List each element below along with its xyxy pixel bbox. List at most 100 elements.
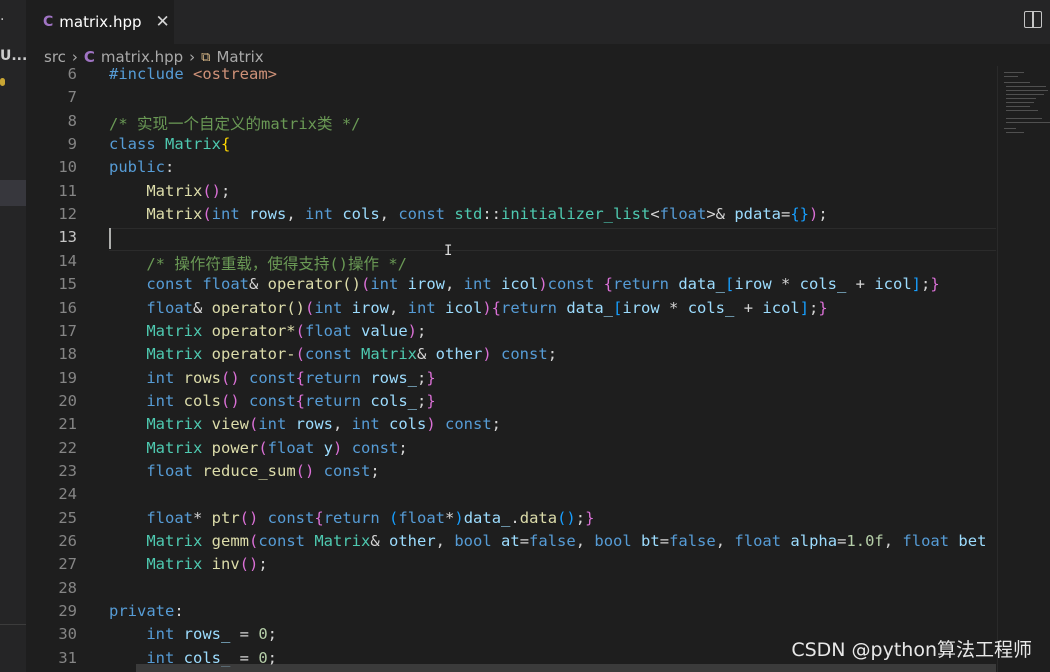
line-number: 7 [67,88,77,107]
code-editor[interactable]: 6 #include <ostream> 7 8 /* 实现一个自定义的matrix类 … [26,66,998,672]
code-line[interactable]: 9 class Matrix{ [26,135,996,158]
code-line[interactable]: 22 Matrix power(float y) const; [26,439,996,462]
code-line[interactable]: 28 [26,579,996,602]
code-line[interactable]: 13 [26,228,996,252]
code-line[interactable]: 14 /* 操作符重载，使得支持()操作 */ [26,252,996,275]
line-number: 23 [58,461,77,480]
code-token: Matrix [314,532,371,550]
code-line[interactable]: 11 Matrix(); [26,182,996,205]
sidebar-divider [0,624,26,625]
code-text[interactable]: int rows() const{return rows_;} [109,368,435,387]
code-token: cols [342,205,380,224]
line-number: 9 [67,135,77,154]
code-text[interactable]: Matrix(); [109,182,230,200]
code-line[interactable]: 20 int cols() const{return cols_;} [26,392,996,415]
code-text[interactable]: const float& operator()(int irow, int ic… [109,275,939,294]
code-text[interactable]: public: [109,158,174,176]
code-text[interactable]: Matrix gemm(const Matrix& other, bool at… [109,532,986,550]
code-line[interactable]: 18 Matrix operator-(const Matrix& other)… [26,345,996,368]
code-token: [ [613,298,623,317]
code-token: data [519,508,558,527]
code-line[interactable]: 19 int rows() const{return rows_;} [26,369,996,392]
close-icon[interactable]: ✕ [156,12,170,32]
tab-label[interactable]: matrix.hpp [59,13,141,31]
code-token: float [902,532,959,550]
code-text[interactable]: float* ptr() const{return (float*)data_.… [109,509,594,527]
code-text[interactable]: int cols() const{return cols_;} [109,391,436,410]
horizontal-scrollbar[interactable] [136,664,996,672]
sidebar-menu-glyph[interactable]: · [0,12,4,28]
code-text[interactable]: Matrix(int rows, int cols, const std::in… [109,205,827,224]
code-line[interactable]: 23 float reduce_sum() const; [26,462,996,485]
code-line[interactable]: 10 public: [26,158,996,181]
code-token: power [211,438,259,457]
code-token: = [519,532,530,550]
code-token: int [463,275,501,294]
code-token: const [547,275,604,294]
code-token: operator- [211,345,296,364]
code-token: other [435,345,483,364]
line-number: 18 [58,345,77,364]
code-line[interactable]: 26 Matrix gemm(const Matrix& other, bool… [26,532,996,555]
code-token: ] [911,275,922,294]
code-text[interactable]: float reduce_sum() const; [109,462,379,480]
code-line[interactable]: 12 Matrix(int rows, int cols, const std:… [26,205,996,228]
minimap[interactable] [1000,66,1050,206]
breadcrumb-symbol[interactable]: Matrix [216,48,263,66]
code-token: ; [547,345,558,364]
code-line[interactable]: 21 Matrix view(int rows, int cols) const… [26,415,996,438]
code-line[interactable]: 24 [26,485,996,508]
line-number: 24 [58,485,77,504]
code-line[interactable]: 7 [26,88,996,111]
code-line[interactable]: 16 float& operator()(int irow, int icol)… [26,299,996,322]
code-line[interactable]: 17 Matrix operator*(float value); [26,322,996,345]
code-token: const float [146,275,249,294]
code-token: ) [454,508,464,527]
code-token: std [454,205,483,224]
code-text[interactable]: Matrix power(float y) const; [109,438,407,457]
tab-matrix-hpp[interactable]: C matrix.hpp ✕ [26,0,174,44]
code-token: operator() [267,275,361,294]
code-line[interactable]: 25 float* ptr() const{return (float*)dat… [26,509,996,532]
code-token: } [426,391,436,410]
split-editor-icon[interactable] [1024,11,1042,28]
code-text[interactable]: Matrix operator-(const Matrix& other) co… [109,345,557,363]
code-text[interactable]: /* 实现一个自定义的matrix类 */ [109,112,360,134]
code-token: ) [482,298,492,317]
code-text[interactable]: Matrix view(int rows, int cols) const; [109,415,501,433]
selected-explorer-item[interactable] [0,180,26,206]
code-line[interactable]: 15 const float& operator()(int irow, int… [26,275,996,298]
code-line[interactable]: 29 private: [26,602,996,625]
breadcrumb-file[interactable]: matrix.hpp [101,48,183,66]
code-line[interactable]: 6 #include <ostream> [26,66,996,88]
chevron-right-icon: › [189,48,196,66]
code-token: () [220,368,240,387]
code-text[interactable]: class Matrix{ [109,135,230,153]
code-text[interactable]: Matrix operator*(float value); [109,322,426,340]
explorer-truncated-label[interactable]: U... [0,48,27,64]
code-text[interactable]: Matrix inv(); [109,555,267,573]
code-token: const [305,345,361,364]
code-token: ) [333,438,343,457]
code-token: float [267,438,324,457]
code-token: Matrix [146,415,212,434]
code-token: Matrix [146,181,203,200]
breadcrumb-folder[interactable]: src [44,48,66,66]
code-text[interactable]: int rows_ = 0; [109,625,277,643]
code-line[interactable]: 27 Matrix inv(); [26,555,996,578]
code-text[interactable]: private: [109,602,184,620]
code-text[interactable]: /* 操作符重载，使得支持()操作 */ [109,252,407,274]
code-text[interactable]: #include <ostream> [109,66,277,83]
code-token: ] [799,298,810,317]
code-token: , [332,415,352,434]
code-token: return [305,368,371,387]
code-token: return [323,508,390,527]
code-token: bool [594,532,642,550]
line-number: 8 [67,111,77,130]
code-text[interactable]: float& operator()(int irow, int icol){re… [109,298,827,317]
code-token: ) [482,345,492,364]
code-line[interactable]: 8 /* 实现一个自定义的matrix类 */ [26,112,996,135]
